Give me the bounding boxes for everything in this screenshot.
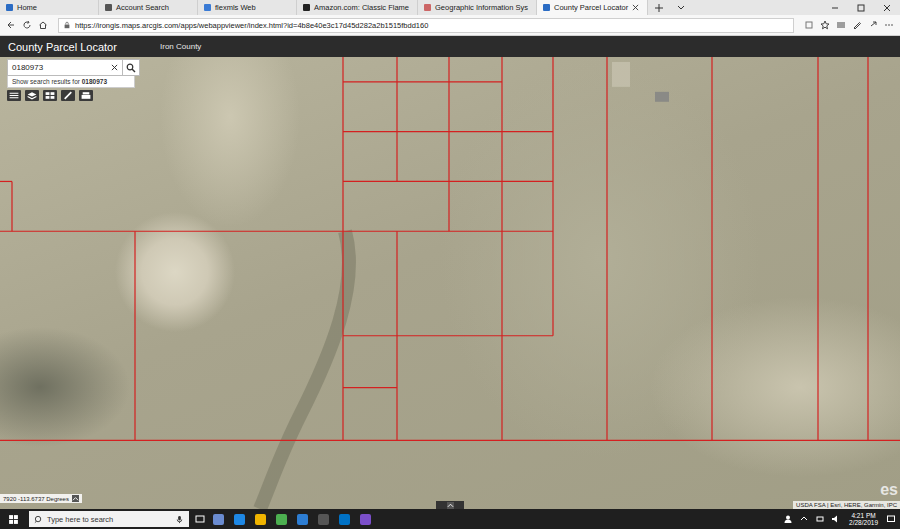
favorite-icon[interactable] <box>820 20 830 30</box>
back-icon[interactable] <box>6 20 16 30</box>
favicon-icon <box>6 4 13 11</box>
taskbar-app-icon[interactable] <box>318 514 329 525</box>
attribution: USDA FSA | Esri, HERE, Garmin, IPC <box>793 501 900 509</box>
magnifier-icon <box>126 63 136 73</box>
maximize-icon[interactable] <box>856 3 866 13</box>
browser-tab[interactable]: Geographic Information Sys <box>418 0 537 15</box>
taskbar-app-icon[interactable] <box>360 514 371 525</box>
search-icon <box>34 515 43 524</box>
task-view-icon[interactable] <box>195 514 205 524</box>
draw-icon[interactable] <box>61 90 75 101</box>
app-subtitle: Iron County <box>160 42 201 51</box>
taskbar-app-icon[interactable] <box>339 514 350 525</box>
microphone-icon[interactable] <box>175 515 184 524</box>
app-title: County Parcel Locator <box>8 41 160 53</box>
browser-tab[interactable]: Account Search <box>99 0 198 15</box>
address-bar: https://irongis.maps.arcgis.com/apps/web… <box>0 15 900 36</box>
clock[interactable]: 4:21 PM2/28/2019 <box>847 512 880 527</box>
search-button[interactable] <box>123 59 140 76</box>
search-widget: 0180973Show search results for 0180973 <box>7 59 140 88</box>
browser-tab[interactable]: County Parcel Locator <box>537 0 648 15</box>
taskbar-search[interactable]: Type here to search <box>29 511 189 527</box>
notifications-icon[interactable] <box>886 514 896 524</box>
taskbar-app-icon[interactable] <box>213 514 224 525</box>
browser-tab[interactable]: Home <box>0 0 99 15</box>
chevron-icon[interactable] <box>676 3 686 13</box>
note-icon[interactable] <box>852 20 862 30</box>
layers-icon[interactable] <box>25 90 39 101</box>
house <box>655 92 669 102</box>
close-icon[interactable] <box>632 4 639 11</box>
browser-tab[interactable]: flexmls Web <box>198 0 297 15</box>
esri-logo: es <box>880 481 898 499</box>
caret-up-icon <box>447 502 454 509</box>
taskbar: Type here to search 4:21 PM2/28/2019 <box>0 509 900 529</box>
refresh-icon[interactable] <box>22 20 32 30</box>
taskbar-app-icon[interactable] <box>234 514 245 525</box>
share-icon[interactable] <box>868 20 878 30</box>
new-tab-icon[interactable] <box>654 3 664 13</box>
map[interactable]: 0180973Show search results for 0180973 79… <box>0 57 900 509</box>
favicon-icon <box>543 4 550 11</box>
lock-icon <box>63 21 71 29</box>
list-icon[interactable] <box>7 90 21 101</box>
coordinate-readout: 7920 -113.6737 Degrees <box>0 494 82 503</box>
tray-arrow-icon[interactable] <box>799 514 809 524</box>
tab-bar: HomeAccount Searchflexmls WebAmazon.com:… <box>0 0 900 15</box>
search-suggestion[interactable]: Show search results for 0180973 <box>7 76 135 88</box>
close-window-icon[interactable] <box>882 3 892 13</box>
search-input[interactable]: 0180973 <box>7 59 123 76</box>
screen: HomeAccount Searchflexmls WebAmazon.com:… <box>0 0 900 529</box>
more-icon[interactable] <box>884 20 894 30</box>
app-header: County Parcel LocatorIron County <box>0 36 900 57</box>
print-icon[interactable] <box>79 90 93 101</box>
reading-view-icon[interactable] <box>804 20 814 30</box>
url-field[interactable]: https://irongis.maps.arcgis.com/apps/web… <box>58 18 794 33</box>
clear-icon[interactable] <box>111 64 118 71</box>
browser-tab[interactable]: Amazon.com: Classic Flame <box>297 0 418 15</box>
windows-icon[interactable] <box>8 514 19 525</box>
parcel-lines <box>0 57 900 509</box>
taskbar-app-icon[interactable] <box>255 514 266 525</box>
favicon-icon <box>303 4 310 11</box>
favicon-icon <box>105 4 112 11</box>
taskbar-app-icon[interactable] <box>276 514 287 525</box>
volume-icon[interactable] <box>831 514 841 524</box>
expand-icon[interactable] <box>72 495 79 502</box>
taskbar-app-icon[interactable] <box>297 514 308 525</box>
map-toolbar <box>7 90 93 101</box>
home-icon[interactable] <box>38 20 48 30</box>
people-icon[interactable] <box>783 514 793 524</box>
attribute-table-toggle[interactable] <box>436 501 464 509</box>
minimize-icon[interactable] <box>830 3 840 13</box>
network-icon[interactable] <box>815 514 825 524</box>
favicon-icon <box>424 4 431 11</box>
hub-icon[interactable] <box>836 20 846 30</box>
basemap-icon[interactable] <box>43 90 57 101</box>
favicon-icon <box>204 4 211 11</box>
